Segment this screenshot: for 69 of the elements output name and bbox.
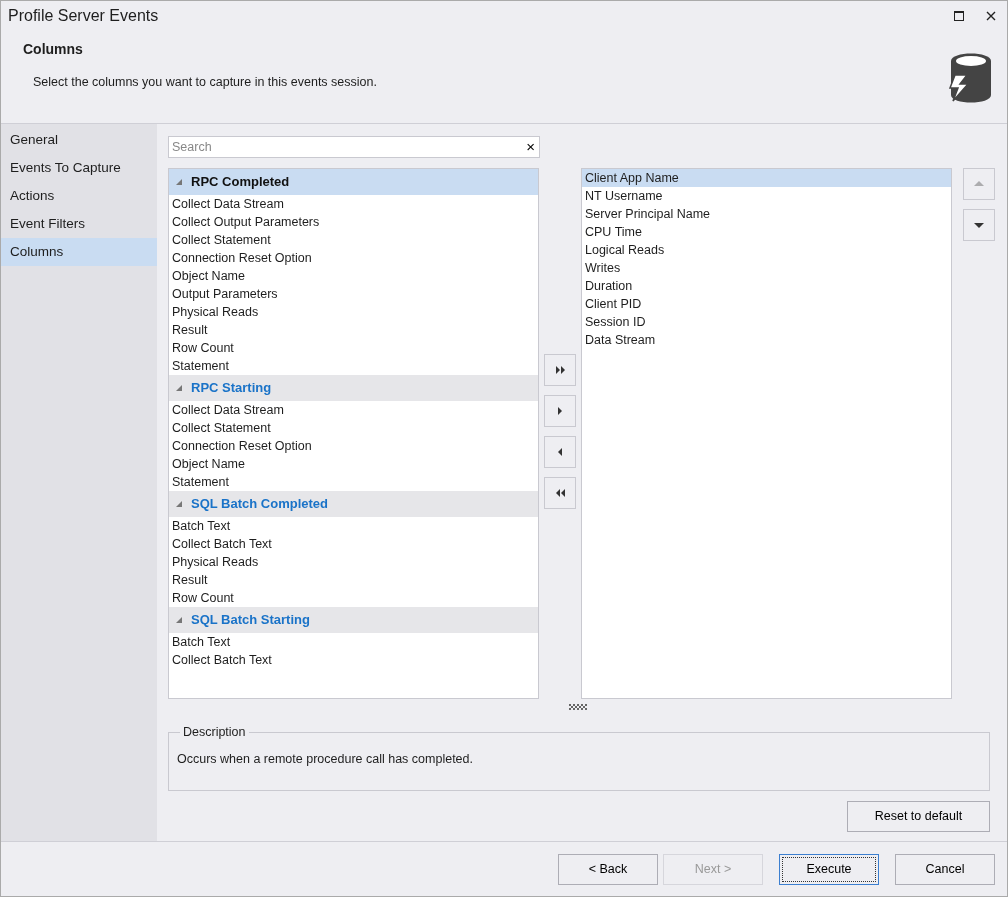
dialog-button[interactable]: Cancel xyxy=(895,853,995,885)
group-header[interactable]: RPC Completed xyxy=(169,168,538,195)
list-item[interactable]: Collect Output Parameters xyxy=(169,212,538,231)
list-item[interactable]: Session ID xyxy=(582,312,951,331)
maximize-icon xyxy=(954,11,964,21)
list-item[interactable]: Server Principal Name xyxy=(582,204,951,223)
dialog-button[interactable]: Execute xyxy=(779,853,879,885)
window-title: Profile Server Events xyxy=(8,6,159,26)
expanded-triangle-icon[interactable] xyxy=(175,383,183,392)
list-item[interactable]: Collect Batch Text xyxy=(169,650,538,669)
list-item[interactable]: Result xyxy=(169,320,538,339)
reset-button[interactable]: Reset to default xyxy=(847,800,990,832)
dialog-button[interactable]: < Back xyxy=(558,853,658,885)
group-name: RPC Starting xyxy=(191,379,272,398)
group-name: SQL Batch Starting xyxy=(191,611,310,630)
list-item[interactable]: Output Parameters xyxy=(169,284,538,303)
sidebar-item[interactable]: Events To Capture xyxy=(1,153,157,182)
expanded-triangle-icon[interactable] xyxy=(175,615,183,624)
double-right-arrow-icon xyxy=(554,364,566,375)
list-item[interactable]: Collect Batch Text xyxy=(169,534,538,553)
list-item[interactable]: Result xyxy=(169,570,538,589)
list-item[interactable]: Object Name xyxy=(169,454,538,473)
sidebar-item[interactable]: Event Filters xyxy=(1,209,157,238)
list-item[interactable]: Collect Data Stream xyxy=(169,400,538,419)
group-name: SQL Batch Completed xyxy=(191,495,328,514)
group-header[interactable]: SQL Batch Completed xyxy=(169,490,538,517)
list-item[interactable]: Collect Statement xyxy=(169,418,538,437)
list-item[interactable]: Batch Text xyxy=(169,516,538,535)
list-item[interactable]: Row Count xyxy=(169,338,538,357)
sidebar-item[interactable]: General xyxy=(1,125,157,154)
up-triangle-icon xyxy=(973,178,985,189)
splitter-grip-icon[interactable] xyxy=(569,703,587,710)
add-all-button[interactable] xyxy=(544,353,576,386)
list-item[interactable]: Collect Data Stream xyxy=(169,194,538,213)
list-item[interactable]: NT Username xyxy=(582,186,951,205)
list-item[interactable]: Client App Name xyxy=(582,168,951,187)
move-down-button[interactable] xyxy=(963,208,995,241)
sidebar-item[interactable]: Columns xyxy=(1,237,157,266)
list-item[interactable]: Physical Reads xyxy=(169,552,538,571)
page-heading: Columns xyxy=(23,41,84,58)
list-item[interactable]: Logical Reads xyxy=(582,240,951,259)
list-item[interactable]: Row Count xyxy=(169,588,538,607)
list-item[interactable]: Object Name xyxy=(169,266,538,285)
expanded-triangle-icon[interactable] xyxy=(175,499,183,508)
group-header[interactable]: RPC Starting xyxy=(169,374,538,401)
list-item[interactable]: Collect Statement xyxy=(169,230,538,249)
remove-all-button[interactable] xyxy=(544,476,576,509)
search-field[interactable]: Search × xyxy=(168,135,540,158)
group-header[interactable]: SQL Batch Starting xyxy=(169,606,538,633)
close-icon xyxy=(986,11,996,21)
clear-search-button[interactable]: × xyxy=(526,139,535,155)
page-subtitle: Select the columns you want to capture in this events session. xyxy=(32,73,377,91)
list-item[interactable]: Connection Reset Option xyxy=(169,248,538,267)
expanded-triangle-icon[interactable] xyxy=(175,177,183,186)
list-item[interactable]: Statement xyxy=(169,356,538,375)
list-item[interactable]: Physical Reads xyxy=(169,302,538,321)
group-name: RPC Completed xyxy=(191,173,290,192)
double-left-arrow-icon xyxy=(554,487,566,498)
list-item[interactable]: Statement xyxy=(169,472,538,491)
list-item[interactable]: Connection Reset Option xyxy=(169,436,538,455)
sidebar-item[interactable]: Actions xyxy=(1,181,157,210)
description-legend: Description xyxy=(180,722,249,742)
list-item[interactable]: Batch Text xyxy=(169,632,538,651)
list-item[interactable]: Data Stream xyxy=(582,330,951,349)
list-item[interactable]: Duration xyxy=(582,276,951,295)
list-item[interactable]: Client PID xyxy=(582,294,951,313)
list-item[interactable]: CPU Time xyxy=(582,222,951,241)
description-text: Occurs when a remote procedure call has completed. xyxy=(177,750,474,768)
list-item[interactable]: Writes xyxy=(582,258,951,277)
